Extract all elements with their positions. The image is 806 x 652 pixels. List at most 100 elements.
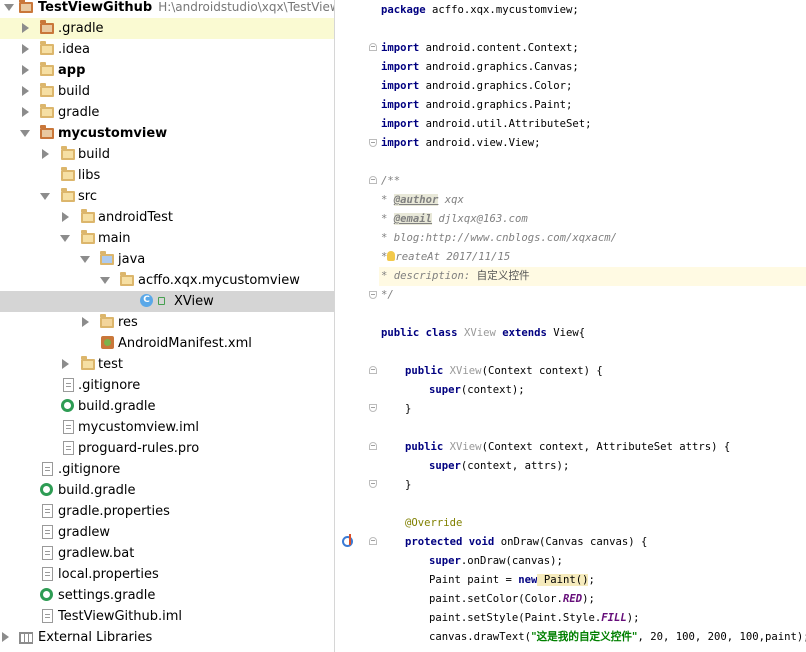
code-line-doc-open: /** <box>381 175 401 187</box>
tree-item-module-iml[interactable]: mycustomview.iml <box>0 417 334 438</box>
collapse-arrow-icon[interactable] <box>20 130 30 137</box>
properties-file-icon <box>42 504 53 518</box>
tree-item-label: java <box>118 252 146 267</box>
tree-root-label: TestViewGithub H:\androidstudio\xqx\TestV… <box>38 0 334 16</box>
file-icon <box>42 546 53 560</box>
folder-icon <box>61 146 75 160</box>
code-line-doc-blog: * blog:http://www.cnblogs.com/xqxacm/ <box>381 232 617 244</box>
expand-arrow-icon[interactable] <box>22 65 29 75</box>
tree-item-package[interactable]: acffo.xqx.mycustomview <box>0 270 334 291</box>
code-line-super1: super(context); <box>429 384 525 396</box>
tree-item-external-libraries[interactable]: External Libraries <box>0 627 334 648</box>
tree-item-test[interactable]: test <box>0 354 334 375</box>
tree-item-mycustomview[interactable]: mycustomview <box>0 123 334 144</box>
expand-arrow-icon[interactable] <box>2 632 9 642</box>
code-line-doc-create: * reateAt 2017/11/15 <box>381 251 511 263</box>
collapse-arrow-icon[interactable] <box>100 277 110 284</box>
code-line-ondraw: protected void onDraw(Canvas canvas) { <box>405 536 648 548</box>
tree-item-label: local.properties <box>58 567 159 582</box>
tree-item-label: AndroidManifest.xml <box>118 336 252 351</box>
tree-item-manifest[interactable]: AndroidManifest.xml <box>0 333 334 354</box>
tree-item-settings-gradle[interactable]: settings.gradle <box>0 585 334 606</box>
tree-item-gradle[interactable]: gradle <box>0 102 334 123</box>
tree-item-gradle-properties[interactable]: gradle.properties <box>0 501 334 522</box>
code-line-import: import android.content.Context; <box>381 42 579 54</box>
folder-icon <box>61 167 75 181</box>
tree-item-root[interactable]: TestViewGithub H:\androidstudio\xqx\TestV… <box>0 0 334 18</box>
tree-item-libs[interactable]: libs <box>0 165 334 186</box>
gradle-icon <box>61 399 74 412</box>
tree-item-local-properties[interactable]: local.properties <box>0 564 334 585</box>
tree-item-label: build <box>58 84 90 99</box>
fold-toggle-icon[interactable] <box>369 537 377 545</box>
java-class-icon: C <box>140 294 153 307</box>
expand-arrow-icon[interactable] <box>4 4 14 11</box>
tree-item-gradlew[interactable]: gradlew <box>0 522 334 543</box>
tree-item-label: mycustomview <box>58 126 168 141</box>
code-line-brace: } <box>405 403 412 415</box>
collapse-arrow-icon[interactable] <box>40 193 50 200</box>
tree-item-xview[interactable]: C XView <box>0 291 334 312</box>
tree-item-res[interactable]: res <box>0 312 334 333</box>
tree-item-label: .gradle <box>58 21 104 36</box>
module-folder-icon <box>40 62 54 76</box>
code-line-doc-email: * @email djlxqx@163.com <box>381 213 528 225</box>
fold-toggle-icon[interactable] <box>369 43 377 51</box>
expand-arrow-icon[interactable] <box>22 44 29 54</box>
libraries-icon <box>19 632 33 644</box>
override-method-icon[interactable] <box>342 536 353 547</box>
tree-item-module-gitignore[interactable]: .gitignore <box>0 375 334 396</box>
gradle-icon <box>40 588 53 601</box>
properties-file-icon <box>42 567 53 581</box>
code-line-ctor2: public XView(Context context, AttributeS… <box>405 441 731 453</box>
source-folder-icon <box>100 251 114 265</box>
code-editor[interactable]: package acffo.xqx.mycustomview; import a… <box>379 0 806 652</box>
tree-item-androidtest[interactable]: androidTest <box>0 207 334 228</box>
tree-item-label: build <box>78 147 110 162</box>
tree-item-gitignore[interactable]: .gitignore <box>0 459 334 480</box>
code-line-setstyle: paint.setStyle(Paint.Style.FILL); <box>429 612 640 624</box>
file-icon <box>63 441 74 455</box>
tree-item-idea[interactable]: .idea <box>0 39 334 60</box>
fold-toggle-icon[interactable] <box>369 291 377 299</box>
folder-icon <box>40 104 54 118</box>
tree-item-build-gradle[interactable]: build.gradle <box>0 480 334 501</box>
tree-item-src[interactable]: src <box>0 186 334 207</box>
fold-toggle-icon[interactable] <box>369 442 377 450</box>
tree-item-label: gradle.properties <box>58 504 170 519</box>
fold-toggle-icon[interactable] <box>369 176 377 184</box>
tree-item-module-build[interactable]: build <box>0 144 334 165</box>
code-line-drawtext: canvas.drawText("这是我的自定义控件", 20, 100, 20… <box>429 631 806 643</box>
tree-item-gradle-dir[interactable]: .gradle <box>0 18 334 39</box>
fold-toggle-icon[interactable] <box>369 366 377 374</box>
code-line-super2: super(context, attrs); <box>429 460 570 472</box>
code-line-setcolor: paint.setColor(Color.RED); <box>429 593 595 605</box>
expand-arrow-icon[interactable] <box>62 359 69 369</box>
expand-arrow-icon[interactable] <box>22 107 29 117</box>
tree-item-project-iml[interactable]: TestViewGithub.iml <box>0 606 334 627</box>
tree-item-label: .idea <box>58 42 90 57</box>
expand-arrow-icon[interactable] <box>22 86 29 96</box>
tree-item-module-build-gradle[interactable]: build.gradle <box>0 396 334 417</box>
tree-item-gradlew-bat[interactable]: gradlew.bat <box>0 543 334 564</box>
fold-toggle-icon[interactable] <box>369 480 377 488</box>
expand-arrow-icon[interactable] <box>62 212 69 222</box>
tree-item-label: XView <box>174 294 214 309</box>
expand-arrow-icon[interactable] <box>82 317 89 327</box>
code-line-class: public class XView extends View{ <box>381 327 586 339</box>
expand-arrow-icon[interactable] <box>22 23 29 33</box>
tree-item-main[interactable]: main <box>0 228 334 249</box>
override-arrow-icon <box>349 534 351 545</box>
code-line-doc-description: * description: 自定义控件 <box>379 267 806 286</box>
expand-arrow-icon[interactable] <box>42 149 49 159</box>
tree-item-java[interactable]: java <box>0 249 334 270</box>
resource-folder-icon <box>100 314 114 328</box>
fold-toggle-icon[interactable] <box>369 139 377 147</box>
tree-item-app[interactable]: app <box>0 60 334 81</box>
collapse-arrow-icon[interactable] <box>80 256 90 263</box>
module-folder-icon <box>40 125 54 139</box>
collapse-arrow-icon[interactable] <box>60 235 70 242</box>
tree-item-proguard[interactable]: proguard-rules.pro <box>0 438 334 459</box>
tree-item-build[interactable]: build <box>0 81 334 102</box>
fold-toggle-icon[interactable] <box>369 404 377 412</box>
